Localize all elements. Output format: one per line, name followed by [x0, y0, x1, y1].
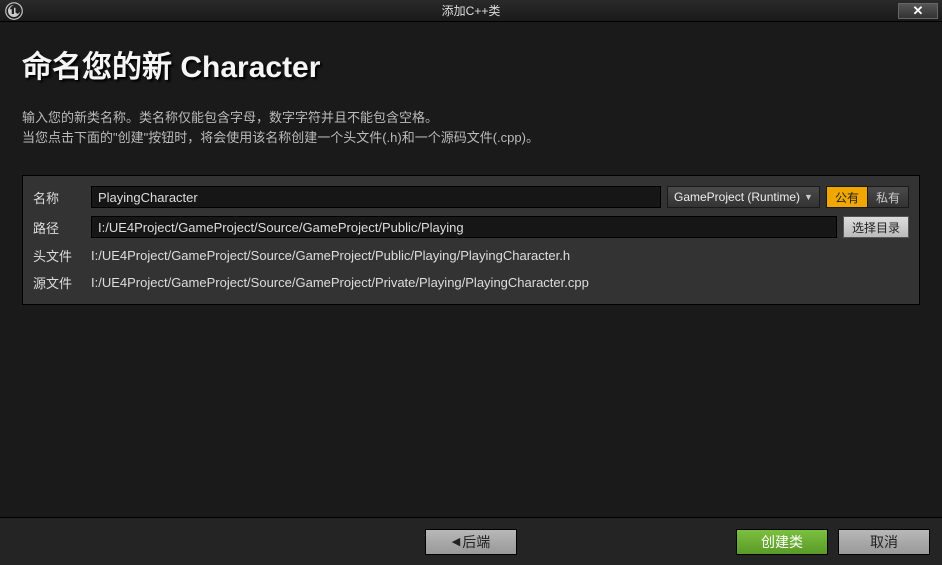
source-row: 源文件 I:/UE4Project/GameProject/Source/Gam…: [33, 273, 909, 292]
header-path: I:/UE4Project/GameProject/Source/GamePro…: [91, 248, 909, 263]
header-label: 头文件: [33, 246, 85, 265]
form-panel: 名称 GameProject (Runtime) ▼ 公有 私有 路径 选择目录…: [22, 175, 920, 305]
close-icon: ✕: [913, 4, 924, 17]
browse-button[interactable]: 选择目录: [843, 216, 909, 238]
description-line2: 当您点击下面的"创建"按钮时，将会使用该名称创建一个头文件(.h)和一个源码文件…: [22, 128, 920, 148]
path-input[interactable]: [91, 216, 837, 238]
cancel-button[interactable]: 取消: [838, 529, 930, 555]
unreal-logo-icon: [0, 0, 28, 22]
chevron-left-icon: ◀: [452, 535, 460, 548]
titlebar: 添加C++类 ✕: [0, 0, 942, 22]
page-heading: 命名您的新 Character: [22, 42, 920, 86]
heading-classname: Character: [180, 51, 320, 84]
back-button-label: 后端: [462, 532, 490, 552]
private-toggle[interactable]: 私有: [868, 186, 909, 208]
chevron-down-icon: ▼: [804, 192, 813, 202]
footer: ◀ 后端 创建类 取消: [0, 517, 942, 565]
module-dropdown[interactable]: GameProject (Runtime) ▼: [667, 186, 820, 208]
back-button[interactable]: ◀ 后端: [425, 529, 517, 555]
description: 输入您的新类名称。类名称仅能包含字母，数字字符并且不能包含空格。 当您点击下面的…: [22, 108, 920, 147]
unreal-logo-icon: [5, 2, 23, 20]
path-row: 路径 选择目录: [33, 216, 909, 238]
header-row: 头文件 I:/UE4Project/GameProject/Source/Gam…: [33, 246, 909, 265]
close-button[interactable]: ✕: [898, 3, 938, 19]
name-row: 名称 GameProject (Runtime) ▼ 公有 私有: [33, 186, 909, 208]
heading-prefix: 命名您的新: [22, 51, 180, 84]
window-title: 添加C++类: [0, 2, 942, 19]
path-label: 路径: [33, 218, 85, 237]
public-toggle[interactable]: 公有: [826, 186, 868, 208]
description-line1: 输入您的新类名称。类名称仅能包含字母，数字字符并且不能包含空格。: [22, 108, 920, 128]
create-button[interactable]: 创建类: [736, 529, 828, 555]
content-area: 命名您的新 Character 输入您的新类名称。类名称仅能包含字母，数字字符并…: [0, 22, 942, 305]
name-input[interactable]: [91, 186, 661, 208]
name-label: 名称: [33, 188, 85, 207]
access-toggle-group: 公有 私有: [826, 186, 909, 208]
source-label: 源文件: [33, 273, 85, 292]
module-dropdown-label: GameProject (Runtime): [674, 190, 800, 204]
source-path: I:/UE4Project/GameProject/Source/GamePro…: [91, 275, 909, 290]
